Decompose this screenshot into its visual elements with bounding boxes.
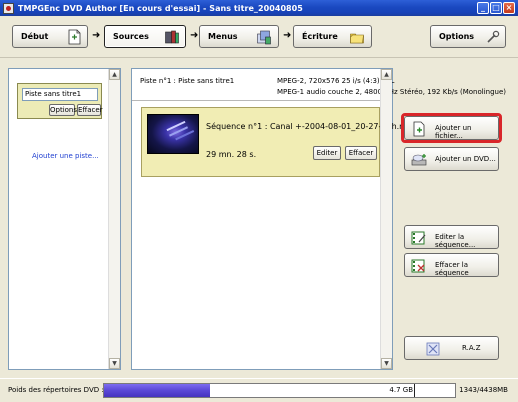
menu-stack-icon — [257, 30, 271, 45]
step-write-label: Écriture — [302, 32, 338, 41]
window-controls: _ □ × — [477, 2, 515, 14]
track-label: Piste n°1 : Piste sans titre1 — [140, 77, 235, 85]
reset-button[interactable]: R.A.Z — [404, 336, 499, 360]
film-delete-icon — [411, 259, 425, 273]
track-header: Piste n°1 : Piste sans titre1 MPEG-2, 72… — [136, 75, 506, 99]
header-divider — [132, 100, 381, 101]
sequence-card[interactable]: Séquence n°1 : Canal +-2004-08-01_20-27-… — [141, 107, 417, 177]
video-info: MPEG-2, 720x576 25 i/s (4:3) PAL — [277, 77, 395, 85]
window-title: TMPGEnc DVD Author [En cours d'essai] - … — [18, 3, 303, 13]
step-menus-label: Menus — [208, 32, 238, 41]
track-delete-button[interactable]: Effacer — [77, 104, 103, 116]
delete-sequence-label: Effacer la séquence — [435, 261, 469, 277]
document-icon — [68, 29, 81, 45]
scroll-up-icon[interactable]: ▲ — [109, 69, 120, 80]
step-arrow-icon: ➜ — [92, 30, 101, 41]
scroll-down-icon[interactable]: ▼ — [381, 358, 392, 369]
step-write-button[interactable]: Écriture — [293, 25, 372, 48]
capacity-marker — [414, 384, 415, 397]
step-start-button[interactable]: Début — [12, 25, 88, 48]
delete-sequence-button[interactable]: Effacer la séquence — [404, 253, 499, 277]
status-bar: Poids des répertoires DVD : 4.7 GB 1343/… — [0, 378, 518, 402]
step-menus-button[interactable]: Menus — [199, 25, 279, 48]
step-arrow-icon: ➜ — [283, 30, 292, 41]
usage-text: 1343/4438MB — [459, 386, 508, 394]
reset-icon — [426, 342, 440, 356]
maximize-button[interactable]: □ — [490, 2, 502, 14]
wrench-icon — [487, 30, 500, 43]
close-button[interactable]: × — [503, 2, 515, 14]
main-scrollbar[interactable]: ▲ ▼ — [380, 69, 392, 369]
edit-sequence-label: Editer la séquence... — [435, 233, 476, 249]
dvd-capacity-fill — [104, 384, 211, 397]
track-options-button[interactable]: Options — [49, 104, 77, 116]
dvd-size-label: Poids des répertoires DVD : — [8, 386, 104, 394]
sequence-edit-button[interactable]: Editer — [313, 146, 341, 160]
left-scrollbar[interactable]: ▲ ▼ — [108, 69, 120, 369]
highlight-frame — [401, 113, 502, 143]
app-icon — [3, 2, 14, 14]
track-list-panel: Piste sans titre1 Options Effacer Ajoute… — [8, 68, 121, 370]
sequence-duration: 29 mn. 28 s. — [206, 150, 257, 159]
step-sources-button[interactable]: Sources — [104, 25, 186, 48]
options-label: Options — [439, 32, 475, 41]
folder-disc-icon — [350, 33, 364, 44]
sequence-delete-button[interactable]: Effacer — [345, 146, 377, 160]
options-button[interactable]: Options — [430, 25, 506, 48]
scroll-down-icon[interactable]: ▼ — [109, 358, 120, 369]
add-dvd-label: Ajouter un DVD... — [435, 155, 496, 163]
track-name-field[interactable]: Piste sans titre1 — [22, 88, 98, 101]
step-start-label: Début — [21, 32, 49, 41]
minimize-button[interactable]: _ — [477, 2, 489, 14]
dvd-drive-icon — [411, 154, 427, 166]
edit-sequence-button[interactable]: Editer la séquence... — [404, 225, 499, 249]
step-sources-label: Sources — [113, 32, 149, 41]
add-track-link[interactable]: Ajouter une piste... — [32, 152, 99, 160]
title-bar: TMPGEnc DVD Author [En cours d'essai] - … — [0, 0, 518, 16]
dvd-capacity-bar: 4.7 GB — [103, 383, 456, 398]
film-edit-icon — [411, 231, 426, 245]
sources-panel: Piste n°1 : Piste sans titre1 MPEG-2, 72… — [131, 68, 506, 370]
capacity-text: 4.7 GB — [389, 386, 413, 394]
track-card[interactable]: Piste sans titre1 Options Effacer — [17, 83, 103, 119]
step-toolbar: Début ➜ Sources ➜ Menus ➜ Écriture Optio… — [0, 16, 518, 58]
app-window: Début ➜ Sources ➜ Menus ➜ Écriture Optio… — [0, 16, 518, 402]
film-books-icon — [165, 30, 179, 44]
reset-label: R.A.Z — [462, 344, 481, 352]
sequence-thumbnail — [147, 114, 199, 154]
add-dvd-button[interactable]: Ajouter un DVD... — [404, 147, 499, 171]
scroll-up-icon[interactable]: ▲ — [381, 69, 392, 80]
